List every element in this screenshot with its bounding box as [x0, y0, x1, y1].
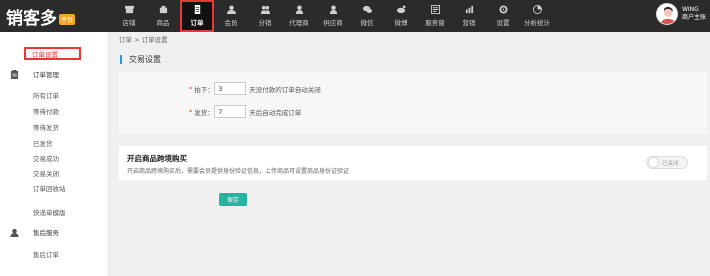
required-mark: *: [189, 107, 193, 116]
trade-settings-form: * 拍下： 天没付款的订单自动关闭 * 发货： 天后自动完成订单: [119, 72, 707, 134]
crossborder-description: 开启商品跨境购买后，需要会员提供身份验证信息，上传商品可设置商品身份证验证: [127, 168, 350, 175]
nav-service-window-label: 服务窗: [425, 19, 445, 27]
service-window-icon: [430, 5, 440, 14]
nav-supplier-label: 供应商: [323, 19, 343, 27]
main-nav: 店铺 商品 订单 会员 分销 代理商 供应商 微信 微博 服务窗 营销 设置 分…: [112, 0, 554, 32]
weibo-icon: [396, 5, 406, 14]
auto-complete-days-input[interactable]: [214, 105, 247, 118]
nav-settings[interactable]: 设置: [486, 0, 520, 32]
sidebar-group-aftersale[interactable]: 售后服务: [10, 227, 59, 237]
sidebar-group-aftersale-label: 售后服务: [33, 229, 59, 237]
sidebar-item-recycle-bin[interactable]: 订单回收站: [33, 183, 66, 193]
sidebar-item-express-template[interactable]: 快递单模版: [33, 207, 66, 217]
breadcrumb: 订单 > 订单设置: [119, 36, 168, 44]
sidebar-item-shipped[interactable]: 已发货: [33, 138, 53, 148]
auto-close-label: 拍下：: [194, 85, 214, 94]
toggle-knob: [648, 157, 659, 168]
user-name: WING: [681, 6, 699, 13]
nav-agent[interactable]: 代理商: [282, 0, 316, 32]
nav-member-label: 会员: [224, 19, 238, 27]
nav-distribution[interactable]: 分销: [248, 0, 282, 32]
nav-marketing[interactable]: 营销: [452, 0, 486, 32]
crossborder-title: 开启商品跨境购买: [127, 154, 187, 163]
nav-order-label: 订单: [190, 19, 204, 27]
wechat-icon: [362, 5, 372, 14]
avatar[interactable]: [655, 3, 678, 25]
nav-goods[interactable]: 商品: [146, 0, 180, 32]
goods-icon: [159, 5, 168, 14]
top-bar: 销客多 平台 店铺 商品 订单 会员 分销 代理商 供应商 微信 微博 服务窗 …: [0, 0, 710, 32]
sidebar-item-completed[interactable]: 交易成功: [33, 153, 59, 163]
sidebar-item-order-settings[interactable]: 订单设置: [24, 47, 81, 60]
analytics-icon: [532, 5, 542, 14]
sidebar-item-closed[interactable]: 交易关闭: [33, 168, 59, 178]
auto-complete-suffix: 天后自动完成订单: [249, 108, 302, 117]
auto-close-row: * 拍下： 天没付款的订单自动关闭: [189, 82, 321, 95]
sidebar: 订单设置 订单管理 所有订单 等待付款 等待发货 已发货 交易成功 交易关闭 订…: [0, 32, 109, 276]
nav-wechat-label: 微信: [360, 19, 374, 27]
sidebar-item-all-orders[interactable]: 所有订单: [33, 90, 59, 100]
order-icon: [193, 5, 202, 14]
sidebar-item-aftersale-orders[interactable]: 售后订单: [33, 249, 59, 259]
distribution-icon: [260, 5, 270, 14]
sidebar-group-order-label: 订单管理: [33, 71, 59, 79]
toggle-status: 已关闭: [662, 160, 679, 167]
store-icon: [124, 5, 134, 14]
nav-goods-label: 商品: [156, 19, 170, 27]
headset-icon: [10, 228, 19, 237]
logo[interactable]: 销客多 平台: [6, 5, 76, 29]
logo-badge: 平台: [59, 13, 76, 25]
marketing-icon: [465, 5, 474, 14]
sidebar-item-awaiting-shipment[interactable]: 等待发货: [33, 122, 59, 132]
settings-icon: [498, 5, 508, 14]
nav-analytics[interactable]: 分析统计: [520, 0, 554, 32]
nav-member[interactable]: 会员: [214, 0, 248, 32]
nav-weibo-label: 微博: [394, 19, 408, 27]
auto-close-days-input[interactable]: [214, 82, 247, 95]
agent-icon: [295, 5, 304, 14]
nav-wechat[interactable]: 微信: [350, 0, 384, 32]
crossborder-toggle[interactable]: 已关闭: [646, 156, 688, 169]
nav-store-label: 店铺: [122, 19, 136, 27]
nav-supplier[interactable]: 供应商: [316, 0, 350, 32]
nav-weibo[interactable]: 微博: [384, 0, 418, 32]
auto-complete-label: 发货：: [194, 108, 214, 117]
auto-complete-row: * 发货： 天后自动完成订单: [189, 105, 301, 118]
member-icon: [226, 5, 236, 14]
clipboard-icon: [10, 69, 19, 79]
save-button[interactable]: 保存: [219, 193, 247, 206]
nav-order[interactable]: 订单: [180, 0, 214, 32]
auto-close-suffix: 天没付款的订单自动关闭: [249, 85, 321, 94]
required-mark: *: [189, 84, 193, 93]
nav-service-window[interactable]: 服务窗: [418, 0, 452, 32]
logo-text: 销客多: [6, 8, 57, 29]
sidebar-group-order-management[interactable]: 订单管理: [10, 69, 59, 79]
nav-settings-label: 设置: [496, 19, 510, 27]
nav-distribution-label: 分销: [258, 19, 272, 27]
user-role: 商户主账: [681, 14, 706, 21]
nav-marketing-label: 营销: [462, 19, 476, 27]
nav-analytics-label: 分析统计: [524, 19, 550, 27]
nav-agent-label: 代理商: [289, 19, 309, 27]
user-menu[interactable]: WING 商户主账: [655, 3, 706, 25]
page-title: 交易设置: [120, 55, 161, 64]
supplier-icon: [329, 5, 338, 14]
nav-store[interactable]: 店铺: [112, 0, 146, 32]
sidebar-item-awaiting-payment[interactable]: 等待付款: [33, 106, 59, 116]
